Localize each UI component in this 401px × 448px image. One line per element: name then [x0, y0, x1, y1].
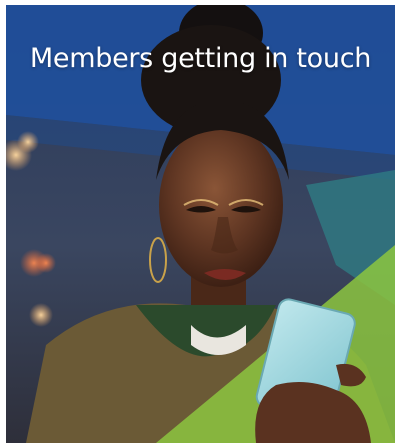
promo-card[interactable]: Members getting in touch	[6, 5, 395, 443]
promo-headline: Members getting in touch	[29, 43, 372, 74]
